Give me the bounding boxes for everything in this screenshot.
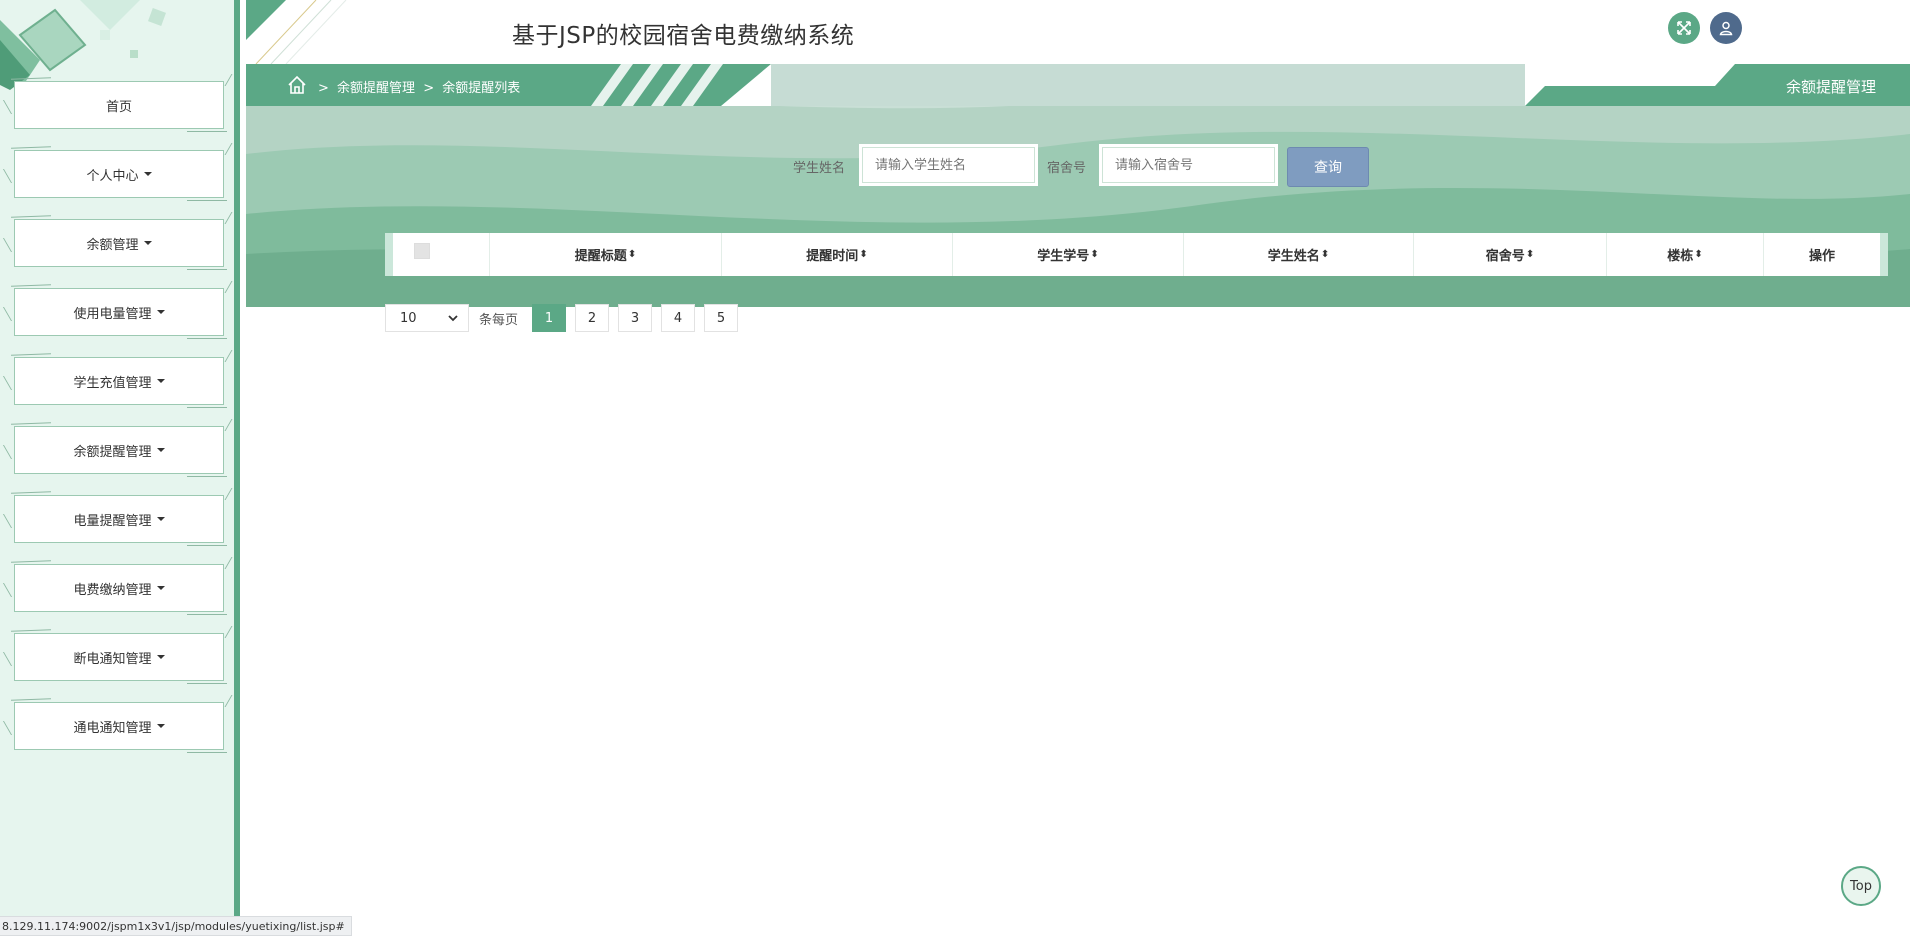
sidebar-item-label: 学生充值管理 — [73, 375, 152, 391]
sidebar-item-balance[interactable]: 余额管理 — [2, 212, 233, 270]
fullscreen-button[interactable] — [1668, 12, 1700, 44]
sort-icon: ⬍ — [1320, 249, 1330, 260]
sidebar-item-label: 使用电量管理 — [73, 306, 152, 322]
caret-down-icon — [143, 172, 152, 176]
breadcrumb: > 余额提醒管理 > 余额提醒列表 — [246, 64, 771, 106]
sort-icon: ⬍ — [859, 249, 868, 260]
page-button[interactable]: 2 — [575, 304, 610, 332]
expand-icon — [1677, 21, 1691, 35]
dorm-input[interactable] — [1102, 147, 1275, 183]
sidebar-item-label: 电费缴纳管理 — [73, 582, 152, 598]
header-decoration — [246, 0, 347, 64]
system-title: 基于JSP的校园宿舍电费缴纳系统 — [512, 23, 855, 49]
page-button[interactable]: 1 — [532, 304, 567, 332]
breadcrumb-separator: > — [423, 81, 435, 96]
column-title: 宿舍号 — [1485, 249, 1525, 264]
column-title: 学生学号 — [1037, 249, 1090, 264]
sidebar-item-label: 首页 — [105, 99, 132, 115]
sort-icon: ⬍ — [1694, 249, 1703, 260]
select-all-checkbox[interactable] — [414, 242, 430, 259]
column-header[interactable]: 学生姓名 ⬍ — [1184, 233, 1414, 276]
pagination: 10 条每页 1 2 3 4 5 — [385, 304, 747, 332]
column-title: 操作 — [1808, 249, 1835, 264]
sidebar-item-label: 余额管理 — [86, 237, 139, 253]
sidebar-item-power-reminder[interactable]: 电量提醒管理 — [2, 488, 233, 546]
page-size-value: 10 — [400, 310, 417, 326]
page-tab-label: 余额提醒管理 — [1785, 78, 1876, 96]
caret-down-icon — [156, 655, 165, 659]
page-button[interactable]: 4 — [661, 304, 696, 332]
sidebar-item-home[interactable]: 首页 — [2, 74, 233, 132]
sidebar-item-label: 断电通知管理 — [73, 651, 152, 667]
query-button[interactable]: 查询 — [1287, 147, 1369, 187]
column-title: 学生姓名 — [1267, 249, 1320, 264]
user-button[interactable] — [1710, 12, 1742, 44]
page-button[interactable]: 5 — [704, 304, 739, 332]
sidebar-item-recharge[interactable]: 学生充值管理 — [2, 350, 233, 408]
column-title: 提醒时间 — [806, 249, 859, 264]
sidebar-item-poweroff-notice[interactable]: 断电通知管理 — [2, 626, 233, 684]
caret-down-icon — [156, 310, 165, 314]
column-header[interactable]: 学生学号 ⬍ — [953, 233, 1184, 276]
caret-down-icon — [156, 448, 165, 452]
sidebar-item-payment[interactable]: 电费缴纳管理 — [2, 557, 233, 615]
table-header: 提醒标题 ⬍ 提醒时间 ⬍ 学生学号 ⬍ 学生姓名 ⬍ 宿舍号 ⬍ 楼栋 ⬍ 操作 — [385, 233, 1888, 276]
chevron-down-icon — [448, 311, 458, 326]
sidebar-item-label: 余额提醒管理 — [73, 444, 152, 460]
column-header[interactable]: 楼栋 ⬍ — [1607, 233, 1764, 276]
sort-icon: ⬍ — [1525, 249, 1535, 260]
column-title: 提醒标题 — [574, 249, 627, 264]
column-header[interactable]: 提醒标题 ⬍ — [490, 233, 722, 276]
page-tab: 余额提醒管理 — [1525, 64, 1910, 106]
caret-down-icon — [156, 517, 165, 521]
sort-icon: ⬍ — [1090, 249, 1099, 260]
sidebar-item-label: 电量提醒管理 — [73, 513, 152, 529]
column-header[interactable]: 提醒时间 ⬍ — [722, 233, 953, 276]
back-to-top-button[interactable]: Top — [1841, 866, 1881, 906]
breadcrumb-path: > 余额提醒管理 > 余额提醒列表 — [318, 77, 520, 96]
caret-down-icon — [156, 379, 165, 383]
top-header: 基于JSP的校园宿舍电费缴纳系统 — [246, 0, 1910, 64]
column-header[interactable]: 宿舍号 ⬍ — [1414, 233, 1607, 276]
sidebar-item-personal-center[interactable]: 个人中心 — [2, 143, 233, 201]
dorm-label: 宿舍号 — [1047, 161, 1087, 176]
sidebar-item-poweron-notice[interactable]: 通电通知管理 — [2, 695, 233, 753]
select-all-cell — [393, 233, 490, 276]
sort-icon: ⬍ — [627, 249, 637, 260]
sidebar-item-label: 个人中心 — [86, 168, 139, 184]
sidebar-item-balance-reminder[interactable]: 余额提醒管理 — [2, 419, 233, 477]
column-title: 楼栋 — [1667, 249, 1694, 264]
caret-down-icon — [156, 724, 165, 728]
column-header: 操作 — [1764, 233, 1880, 276]
status-url: 8.129.11.174:9002/jspm1x3v1/jsp/modules/… — [0, 916, 352, 936]
page-size-select[interactable]: 10 — [385, 304, 469, 332]
student-name-input[interactable] — [862, 147, 1035, 183]
breadcrumb-level1[interactable]: 余额提醒管理 — [337, 81, 415, 96]
caret-down-icon — [156, 586, 165, 590]
student-name-label: 学生姓名 — [793, 161, 846, 176]
breadcrumb-separator: > — [318, 81, 329, 96]
sidebar-decoration — [0, 0, 166, 90]
breadcrumb-stripes — [591, 64, 771, 106]
home-icon[interactable] — [286, 74, 308, 96]
page-button[interactable]: 3 — [618, 304, 653, 332]
per-page-label: 条每页 — [479, 312, 519, 328]
breadcrumb-level2: 余额提醒列表 — [442, 81, 521, 96]
sidebar-menu: 首页 个人中心 余额管理 使用电量管理 学生充值管理 余额提醒管理 电量提醒管理… — [2, 74, 233, 771]
sidebar: 首页 个人中心 余额管理 使用电量管理 学生充值管理 余额提醒管理 电量提醒管理… — [0, 0, 240, 934]
sidebar-item-label: 通电通知管理 — [73, 720, 152, 736]
sidebar-item-usage[interactable]: 使用电量管理 — [2, 281, 233, 339]
user-icon — [1719, 21, 1733, 36]
caret-down-icon — [143, 241, 152, 245]
